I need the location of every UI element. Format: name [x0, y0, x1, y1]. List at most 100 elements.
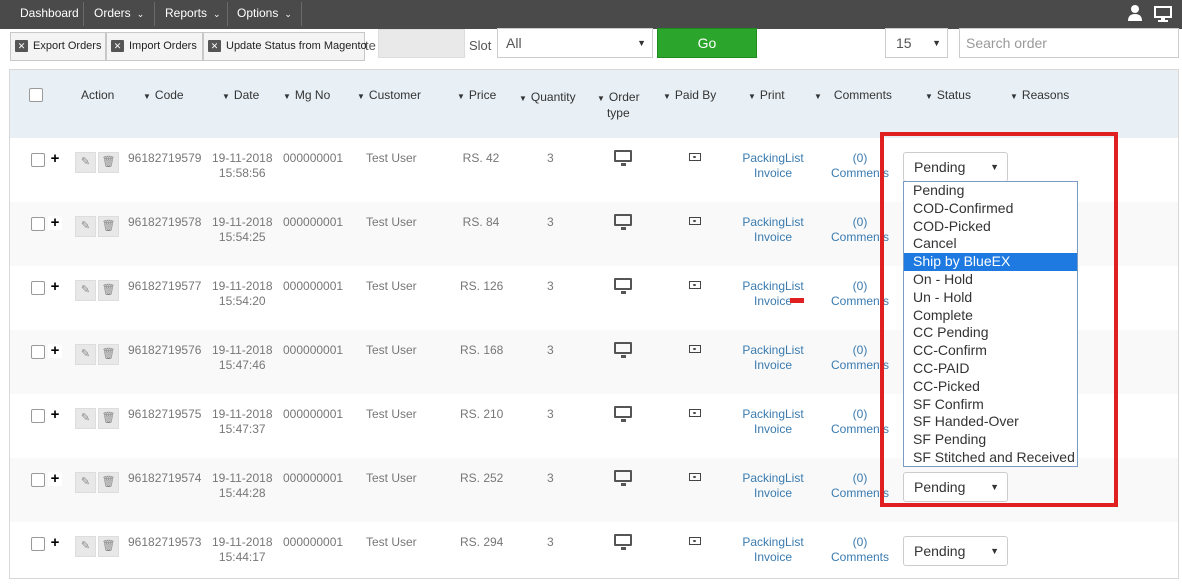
- delete-button[interactable]: 🗑: [98, 472, 119, 493]
- status-dropdown-list[interactable]: Pending COD-Confirmed COD-Picked Cancel Ship…: [903, 181, 1078, 467]
- expand-plus-icon[interactable]: +: [48, 215, 62, 230]
- row-checkbox[interactable]: [31, 409, 45, 423]
- edit-button[interactable]: ✎: [75, 152, 96, 173]
- header-customer[interactable]: ▼ Customer: [357, 88, 421, 102]
- update-status-magento-button[interactable]: ✕ Update Status from Magento: [203, 32, 367, 61]
- header-order-type[interactable]: ▼ Order type: [597, 90, 640, 120]
- order-code: 96182719577: [128, 279, 202, 293]
- header-price[interactable]: ▼ Price: [457, 88, 496, 102]
- status-option[interactable]: Complete: [904, 307, 1077, 325]
- edit-button[interactable]: ✎: [75, 472, 96, 493]
- nav-orders[interactable]: Orders ⌄: [86, 0, 152, 29]
- status-option[interactable]: SF Stitched and Received: [904, 449, 1077, 467]
- page-size-select[interactable]: 15 ▼: [885, 28, 948, 58]
- edit-button[interactable]: ✎: [75, 280, 96, 301]
- order-code: 96182719579: [128, 151, 202, 165]
- delete-button[interactable]: 🗑: [98, 344, 119, 365]
- invoice-link[interactable]: Invoice: [754, 422, 792, 436]
- go-button[interactable]: Go: [657, 28, 757, 58]
- order-date-value: 19-11-2018: [212, 407, 273, 421]
- delete-button[interactable]: 🗑: [98, 408, 119, 429]
- header-paid-by[interactable]: ▼ Paid By: [663, 88, 716, 102]
- comments-link[interactable]: (0) Comments: [830, 535, 890, 565]
- header-code[interactable]: ▼ Code: [143, 88, 184, 102]
- sort-down-icon: ▼: [457, 92, 465, 101]
- status-select[interactable]: Pending ▼: [903, 536, 1008, 566]
- status-option[interactable]: COD-Confirmed: [904, 200, 1077, 218]
- status-option[interactable]: CC Pending: [904, 324, 1077, 342]
- row-checkbox[interactable]: [31, 281, 45, 295]
- delete-button[interactable]: 🗑: [98, 280, 119, 301]
- invoice-link[interactable]: Invoice: [754, 358, 792, 372]
- invoice-link[interactable]: Invoice: [754, 166, 792, 180]
- expand-plus-icon[interactable]: +: [48, 343, 62, 358]
- header-date[interactable]: ▼ Date: [222, 88, 259, 102]
- edit-button[interactable]: ✎: [75, 408, 96, 429]
- edit-button[interactable]: ✎: [75, 344, 96, 365]
- row-checkbox[interactable]: [31, 217, 45, 231]
- customer-name: Test User: [366, 471, 417, 485]
- status-option[interactable]: Ship by BlueEX: [904, 253, 1077, 271]
- expand-plus-icon[interactable]: +: [48, 535, 62, 550]
- slot-select[interactable]: All ▼: [497, 28, 653, 58]
- row-checkbox[interactable]: [31, 153, 45, 167]
- header-quantity[interactable]: ▼ Quantity: [519, 90, 576, 104]
- delete-button[interactable]: 🗑: [98, 216, 119, 237]
- order-time-value: 15:58:56: [218, 166, 266, 180]
- expand-plus-icon[interactable]: +: [48, 279, 62, 294]
- packinglist-link[interactable]: PackingList: [742, 151, 803, 165]
- status-option[interactable]: Cancel: [904, 235, 1077, 253]
- order-quantity: 3: [547, 151, 554, 165]
- invoice-link[interactable]: Invoice: [754, 486, 792, 500]
- status-option[interactable]: CC-PAID: [904, 360, 1077, 378]
- edit-button[interactable]: ✎: [75, 216, 96, 237]
- nav-reports[interactable]: Reports ⌄: [157, 0, 229, 29]
- invoice-link[interactable]: Invoice: [754, 294, 792, 308]
- packinglist-link[interactable]: PackingList: [742, 343, 803, 357]
- header-mgno[interactable]: ▼ Mg No: [283, 88, 330, 102]
- nav-options[interactable]: Options ⌄: [229, 0, 300, 29]
- row-checkbox[interactable]: [31, 473, 45, 487]
- select-all-checkbox[interactable]: [29, 88, 43, 102]
- header-status[interactable]: ▼ Status: [925, 88, 971, 102]
- expand-plus-icon[interactable]: +: [48, 151, 62, 166]
- order-time-value: 15:44:17: [218, 550, 266, 564]
- nav-dashboard[interactable]: Dashboard: [12, 0, 87, 29]
- import-orders-button[interactable]: ✕ Import Orders: [106, 32, 203, 61]
- status-option[interactable]: COD-Picked: [904, 218, 1077, 236]
- status-option[interactable]: Pending: [904, 182, 1077, 200]
- invoice-link[interactable]: Invoice: [754, 550, 792, 564]
- invoice-link[interactable]: Invoice: [754, 230, 792, 244]
- monitor-icon[interactable]: [1153, 0, 1173, 29]
- customer-name: Test User: [366, 215, 417, 229]
- packinglist-link[interactable]: PackingList: [742, 215, 803, 229]
- status-option[interactable]: CC-Confirm: [904, 342, 1077, 360]
- packinglist-link[interactable]: PackingList: [742, 471, 803, 485]
- status-option[interactable]: SF Handed-Over: [904, 413, 1077, 431]
- row-checkbox[interactable]: [31, 537, 45, 551]
- user-icon[interactable]: [1127, 0, 1143, 29]
- export-orders-button[interactable]: ✕ Export Orders: [10, 32, 106, 61]
- status-option[interactable]: SF Pending: [904, 431, 1077, 449]
- delete-button[interactable]: 🗑: [98, 152, 119, 173]
- status-option[interactable]: SF Confirm: [904, 396, 1077, 414]
- delete-button[interactable]: 🗑: [98, 536, 119, 557]
- order-price: RS. 126: [460, 279, 504, 293]
- header-print[interactable]: ▼ Print: [748, 88, 785, 102]
- search-order-input[interactable]: Search order: [959, 28, 1179, 58]
- status-option[interactable]: Un - Hold: [904, 289, 1077, 307]
- edit-button[interactable]: ✎: [75, 536, 96, 557]
- status-option[interactable]: On - Hold: [904, 271, 1077, 289]
- header-comments[interactable]: ▼ Comments: [814, 88, 892, 102]
- expand-plus-icon[interactable]: +: [48, 471, 62, 486]
- date-input[interactable]: [378, 29, 465, 58]
- header-reasons[interactable]: ▼ Reasons: [1010, 88, 1069, 102]
- packinglist-link[interactable]: PackingList: [742, 535, 803, 549]
- row-checkbox[interactable]: [31, 345, 45, 359]
- expand-plus-icon[interactable]: +: [48, 407, 62, 422]
- status-option[interactable]: CC-Picked: [904, 378, 1077, 396]
- status-value: Pending: [914, 543, 966, 559]
- mg-no: 000000001: [283, 407, 344, 421]
- packinglist-link[interactable]: PackingList: [742, 279, 803, 293]
- packinglist-link[interactable]: PackingList: [742, 407, 803, 421]
